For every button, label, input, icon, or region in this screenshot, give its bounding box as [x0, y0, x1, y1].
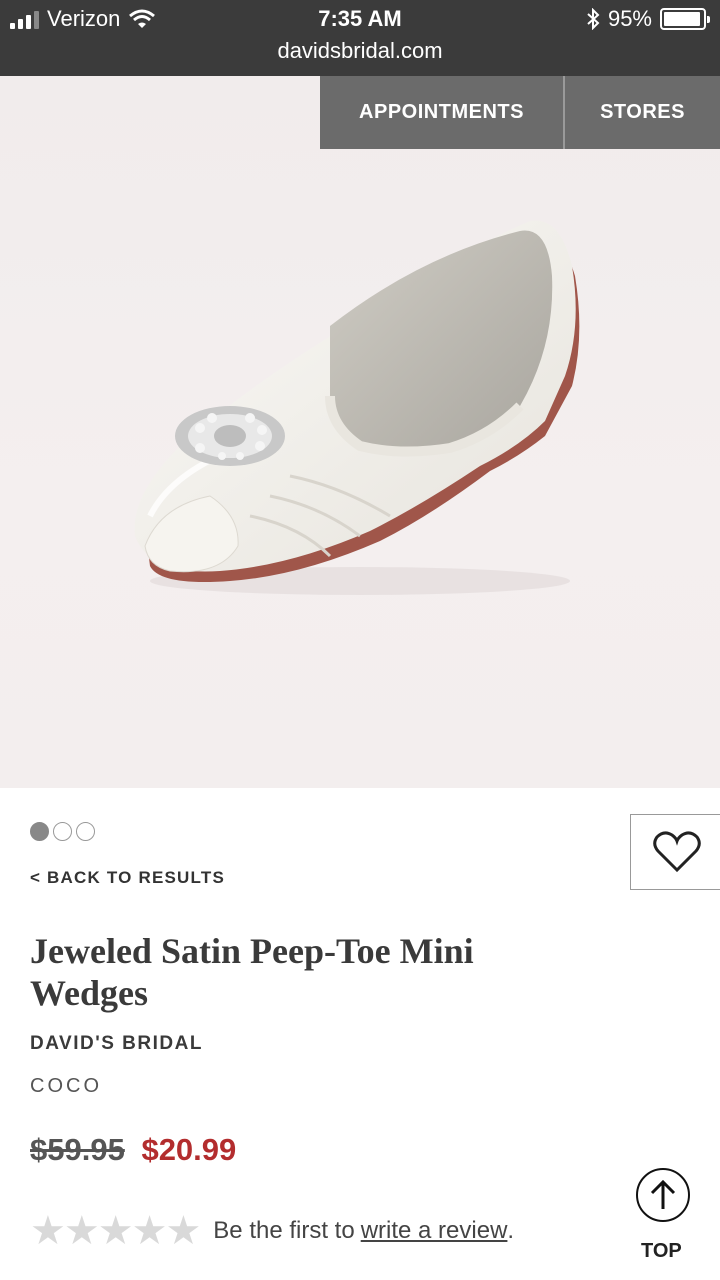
arrow-up-icon	[650, 1179, 676, 1209]
price-block: $59.95 $20.99	[30, 1132, 236, 1168]
product-title: Jeweled Satin Peep-Toe Mini Wedges	[30, 931, 474, 1013]
address-url[interactable]: davidsbridal.com	[0, 38, 720, 64]
review-prefix: Be the first to	[213, 1217, 355, 1244]
shoe-image	[134, 220, 580, 595]
pagination-dot-3[interactable]	[76, 822, 95, 841]
write-review-link[interactable]: write a review	[361, 1217, 508, 1245]
product-color: COCO	[30, 1075, 102, 1097]
review-suffix: .	[507, 1217, 515, 1244]
favorite-button[interactable]	[630, 814, 720, 890]
reviews-row: ★★★★★ Be the first to write a review .	[30, 1211, 515, 1251]
status-bar: Verizon 7:35 AM 95% davidsbridal.com	[0, 0, 720, 76]
bluetooth-icon	[587, 8, 600, 30]
stores-button[interactable]: STORES	[565, 76, 720, 149]
rating-stars[interactable]: ★★★★★	[30, 1211, 201, 1251]
original-price: $59.95	[30, 1132, 125, 1167]
appointments-button[interactable]: APPOINTMENTS	[320, 76, 565, 149]
battery-icon	[660, 8, 710, 30]
image-pagination	[30, 822, 95, 841]
sale-price: $20.99	[141, 1132, 237, 1167]
product-brand: DAVID'S BRIDAL	[30, 1033, 203, 1054]
back-to-top-button[interactable]	[636, 1168, 690, 1222]
pagination-dot-1[interactable]	[30, 822, 49, 841]
heart-icon	[652, 831, 701, 873]
top-navigation: APPOINTMENTS STORES	[320, 76, 720, 149]
top-label[interactable]: TOP	[641, 1240, 682, 1263]
product-image[interactable]: APPOINTMENTS STORES	[0, 76, 720, 788]
battery-percent: 95%	[607, 6, 652, 31]
battery-info: 95%	[586, 6, 710, 32]
back-to-results-link[interactable]: < BACK TO RESULTS	[30, 868, 225, 888]
pagination-dot-2[interactable]	[53, 822, 72, 841]
